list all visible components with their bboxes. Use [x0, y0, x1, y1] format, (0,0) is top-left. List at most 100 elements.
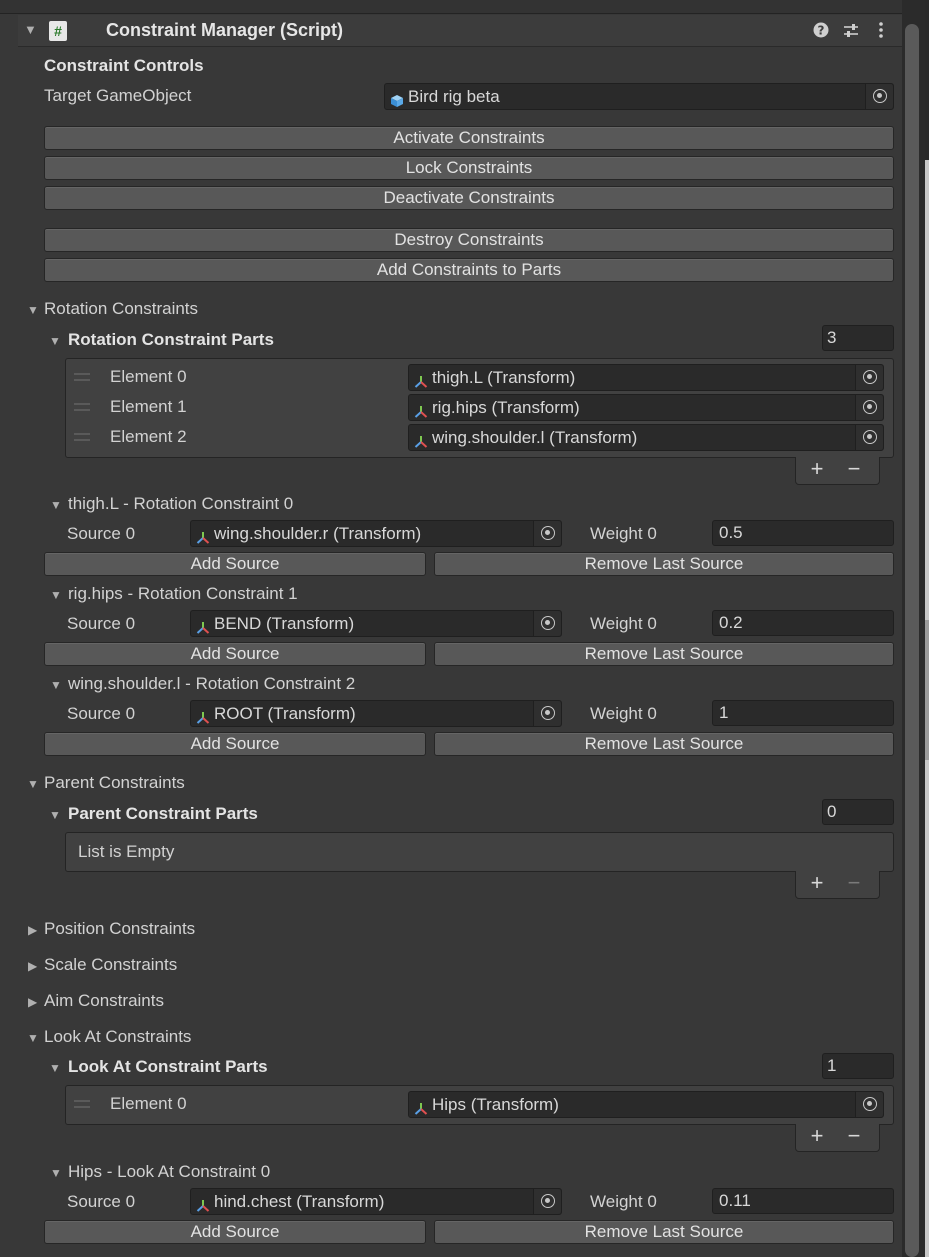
parent-constraints-foldout[interactable]: Parent Constraints: [44, 773, 185, 793]
add-source-button[interactable]: Add Source: [44, 642, 426, 666]
remove-last-source-button[interactable]: Remove Last Source: [434, 552, 894, 576]
transform-icon: [414, 1098, 428, 1115]
aim-foldout-arrow-icon[interactable]: ▶: [28, 995, 37, 1009]
source-value: wing.shoulder.r (Transform): [214, 524, 422, 543]
list-element-field[interactable]: rig.hips (Transform): [408, 394, 884, 421]
remove-last-source-button[interactable]: Remove Last Source: [434, 642, 894, 666]
lock-constraints-button[interactable]: Lock Constraints: [44, 156, 894, 180]
object-picker-icon: [863, 1097, 877, 1111]
list-element-field[interactable]: wing.shoulder.l (Transform): [408, 424, 884, 451]
constraint-foldout-arrow-icon[interactable]: ▼: [50, 1166, 62, 1180]
rotation-parts-arrow-icon[interactable]: ▼: [49, 334, 61, 348]
rotation-foldout-arrow-icon[interactable]: ▼: [27, 303, 39, 317]
lookat-constraints-foldout[interactable]: Look At Constraints: [44, 1027, 191, 1047]
object-picker-button[interactable]: [533, 701, 561, 726]
drag-handle-icon[interactable]: [74, 433, 90, 441]
activate-constraints-button[interactable]: Activate Constraints: [44, 126, 894, 150]
remove-last-source-button[interactable]: Remove Last Source: [434, 732, 894, 756]
help-icon[interactable]: ?: [811, 19, 831, 41]
list-element-field[interactable]: thigh.L (Transform): [408, 364, 884, 391]
source-field[interactable]: hind.chest (Transform): [190, 1188, 562, 1215]
object-picker-button[interactable]: [865, 84, 893, 109]
scrollbar-thumb[interactable]: [905, 24, 919, 1257]
object-picker-icon: [873, 89, 887, 103]
list-element-label: Element 1: [110, 397, 187, 416]
aim-constraints-foldout[interactable]: Aim Constraints: [44, 991, 164, 1011]
destroy-constraints-button[interactable]: Destroy Constraints: [44, 228, 894, 252]
drag-handle-icon[interactable]: [74, 403, 90, 411]
rotation-constraints-foldout[interactable]: Rotation Constraints: [44, 299, 198, 319]
source-field[interactable]: wing.shoulder.r (Transform): [190, 520, 562, 547]
constraint-foldout-arrow-icon[interactable]: ▼: [50, 588, 62, 602]
kebab-menu-icon[interactable]: [871, 19, 891, 41]
add-element-button[interactable]: +: [805, 457, 829, 481]
weight-field[interactable]: 0.11: [712, 1188, 894, 1214]
transform-icon: [196, 1195, 210, 1212]
add-source-button[interactable]: Add Source: [44, 1220, 426, 1244]
weight-label: Weight 0: [590, 614, 657, 633]
drag-handle-icon[interactable]: [74, 1100, 90, 1108]
rotation-parts-heading[interactable]: Rotation Constraint Parts: [68, 330, 274, 350]
position-foldout-arrow-icon[interactable]: ▶: [28, 923, 37, 937]
add-source-button[interactable]: Add Source: [44, 552, 426, 576]
drag-handle-icon[interactable]: [74, 373, 90, 381]
object-picker-icon: [863, 370, 877, 384]
object-picker-button[interactable]: [855, 1092, 883, 1117]
rotation-parts-size-field[interactable]: 3: [822, 325, 894, 351]
add-constraints-to-parts-button[interactable]: Add Constraints to Parts: [44, 258, 894, 282]
source-field[interactable]: BEND (Transform): [190, 610, 562, 637]
component-title: Constraint Manager (Script): [106, 20, 344, 40]
source-field[interactable]: ROOT (Transform): [190, 700, 562, 727]
remove-element-button[interactable]: −: [842, 871, 866, 895]
constraint-foldout-arrow-icon[interactable]: ▼: [50, 678, 62, 692]
object-picker-button[interactable]: [533, 1189, 561, 1214]
parent-parts-heading[interactable]: Parent Constraint Parts: [68, 804, 258, 824]
window-edge-mid: [925, 620, 929, 760]
parent-foldout-arrow-icon[interactable]: ▼: [27, 777, 39, 791]
add-element-button[interactable]: +: [805, 1124, 829, 1148]
remove-last-source-button[interactable]: Remove Last Source: [434, 1220, 894, 1244]
add-source-button[interactable]: Add Source: [44, 732, 426, 756]
empty-list-text: List is Empty: [78, 842, 175, 861]
foldout-arrow-icon[interactable]: ▼: [24, 22, 38, 37]
transform-icon: [196, 527, 210, 544]
lookat-parts-heading[interactable]: Look At Constraint Parts: [68, 1057, 268, 1077]
object-picker-button[interactable]: [855, 425, 883, 450]
constraint-foldout-arrow-icon[interactable]: ▼: [50, 498, 62, 512]
scale-constraints-foldout[interactable]: Scale Constraints: [44, 955, 177, 975]
presets-icon[interactable]: [841, 19, 861, 41]
object-picker-button[interactable]: [533, 611, 561, 636]
constraint-foldout[interactable]: thigh.L - Rotation Constraint 0: [68, 494, 293, 514]
constraint-foldout[interactable]: Hips - Look At Constraint 0: [68, 1162, 270, 1182]
constraint-foldout[interactable]: rig.hips - Rotation Constraint 1: [68, 584, 298, 604]
target-gameobject-value: Bird rig beta: [408, 87, 500, 106]
inspector-top-edge: [0, 0, 902, 14]
parent-parts-arrow-icon[interactable]: ▼: [49, 808, 61, 822]
lookat-parts-arrow-icon[interactable]: ▼: [49, 1061, 61, 1075]
add-element-button[interactable]: +: [805, 871, 829, 895]
weight-field[interactable]: 0.5: [712, 520, 894, 546]
source-label: Source 0: [67, 704, 136, 723]
object-picker-button[interactable]: [855, 365, 883, 390]
remove-element-button[interactable]: −: [842, 1124, 866, 1148]
remove-element-button[interactable]: −: [842, 457, 866, 481]
list-element-field[interactable]: Hips (Transform): [408, 1091, 884, 1118]
scale-foldout-arrow-icon[interactable]: ▶: [28, 959, 37, 973]
weight-field[interactable]: 0.2: [712, 610, 894, 636]
weight-field[interactable]: 1: [712, 700, 894, 726]
list-element-value: Hips (Transform): [432, 1095, 559, 1114]
object-picker-button[interactable]: [855, 395, 883, 420]
parent-parts-size-field[interactable]: 0: [822, 799, 894, 825]
object-picker-button[interactable]: [533, 521, 561, 546]
deactivate-constraints-button[interactable]: Deactivate Constraints: [44, 186, 894, 210]
position-constraints-foldout[interactable]: Position Constraints: [44, 919, 195, 939]
parent-parts-list: [65, 832, 894, 872]
constraint-foldout[interactable]: wing.shoulder.l - Rotation Constraint 2: [68, 674, 355, 694]
lookat-foldout-arrow-icon[interactable]: ▼: [27, 1031, 39, 1045]
list-element-value: wing.shoulder.l (Transform): [432, 428, 638, 447]
lookat-parts-size-field[interactable]: 1: [822, 1053, 894, 1079]
target-gameobject-field[interactable]: Bird rig beta: [384, 83, 894, 110]
window-edge-dark: [925, 0, 929, 160]
transform-icon: [196, 707, 210, 724]
weight-label: Weight 0: [590, 1192, 657, 1211]
